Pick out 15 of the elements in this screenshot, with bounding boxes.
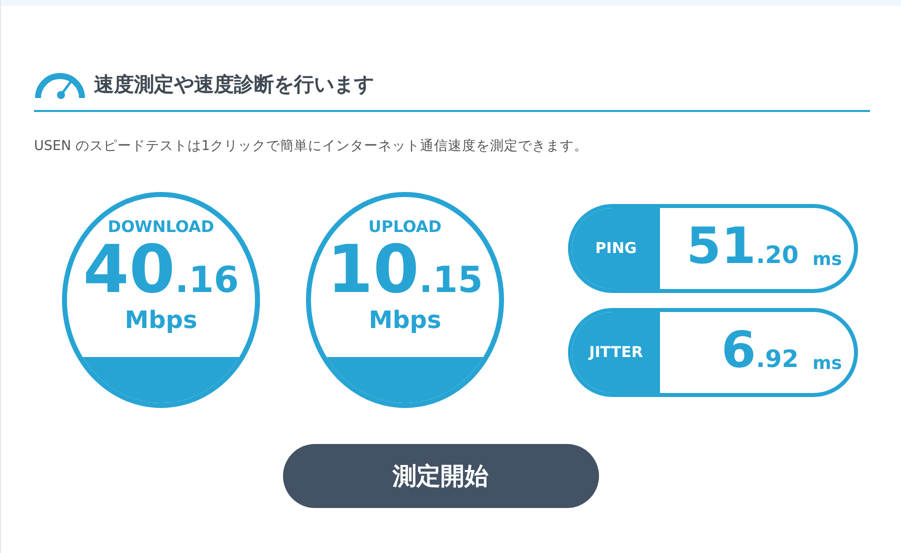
metric-label: JITTER [572, 312, 660, 393]
metric-unit: ms [812, 248, 842, 272]
gauge-unit: Mbps [124, 308, 198, 332]
gauge-label: DOWNLOAD [106, 219, 216, 236]
metric-value: 6.92 [721, 324, 799, 377]
description-text: USEN のスピードテストは1クリックで簡単にインターネット通信速度を測定できます。 [34, 137, 589, 156]
metric-value: 51.20 [686, 220, 799, 273]
gauge-value: 40.16 [82, 237, 240, 308]
gauge-value: 10.15 [326, 237, 484, 308]
gauge-label: UPLOAD [367, 219, 443, 236]
start-button[interactable]: 測定開始 [282, 444, 598, 508]
metric-unit: ms [812, 352, 842, 376]
gauge-unit: Mbps [368, 308, 442, 332]
section-title: 速度測定や速度診断を行います [94, 71, 374, 98]
metric-label: PING [572, 208, 660, 289]
